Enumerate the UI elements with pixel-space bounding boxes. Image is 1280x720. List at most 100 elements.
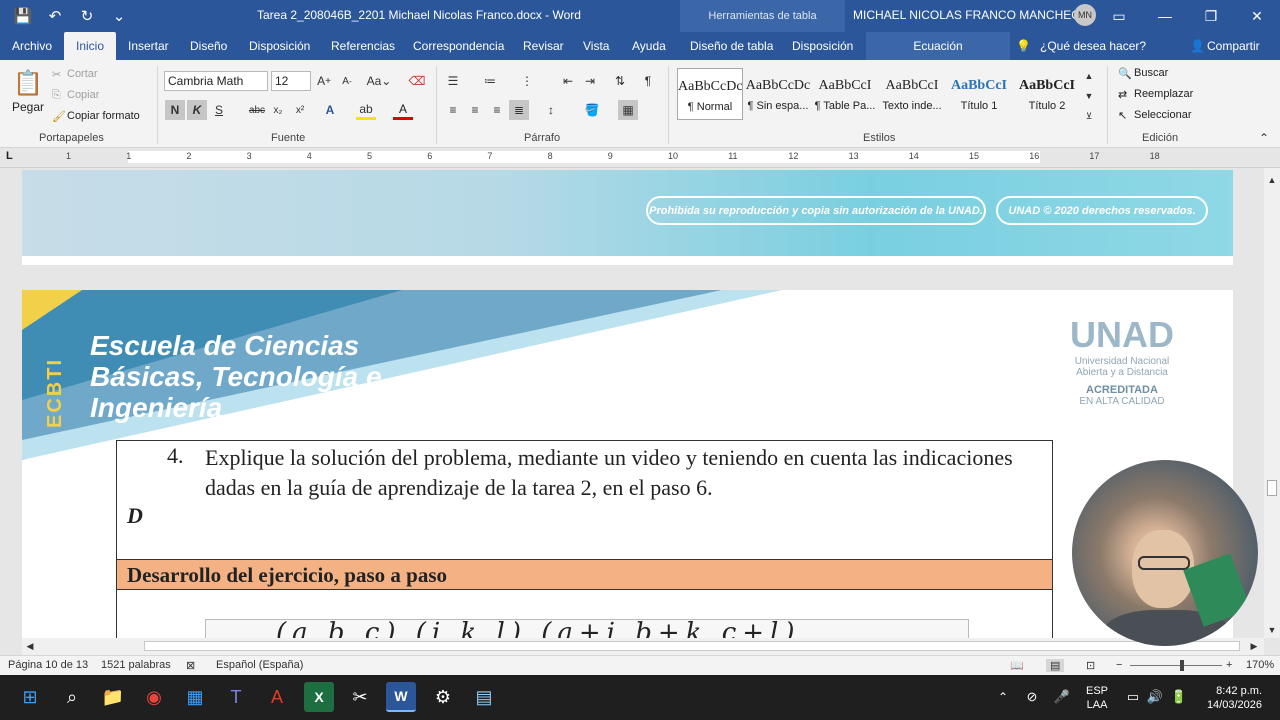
avatar[interactable]: MN [1074, 4, 1096, 26]
bold-button[interactable]: N [165, 100, 185, 120]
align-right-icon[interactable]: ≡ [487, 100, 507, 120]
collapse-ribbon-icon[interactable]: ⌃ [1254, 128, 1274, 148]
word-count[interactable]: 1521 palabras [101, 659, 171, 671]
cut-icon[interactable]: ✂ [52, 68, 61, 81]
tab-revisar[interactable]: Revisar [523, 32, 564, 60]
tab-disposicion[interactable]: Disposición [249, 32, 310, 60]
replace-button[interactable]: Reemplazar [1134, 88, 1193, 100]
horizontal-ruler[interactable]: L 1 1 2 3 4 5 6 7 8 9 10 11 12 13 14 15 16 17 18 [0, 148, 1280, 168]
tab-ecuacion[interactable]: Ecuación [866, 32, 1010, 60]
vertical-scroll-thumb[interactable] [1267, 480, 1277, 496]
section-header-row[interactable]: Desarrollo del ejercicio, paso a paso [117, 559, 1052, 590]
acrobat-icon[interactable]: A [262, 682, 292, 712]
answer-letter[interactable]: D [127, 503, 143, 529]
minimize-icon[interactable]: — [1142, 0, 1188, 32]
increase-indent-icon[interactable]: ⇥ [580, 71, 600, 91]
tab-insertar[interactable]: Insertar [128, 32, 169, 60]
scroll-right-icon[interactable]: ▶ [1246, 636, 1262, 656]
zoom-level[interactable]: 170% [1246, 659, 1274, 671]
numbering-icon[interactable]: ≔ [480, 71, 500, 91]
copy-button[interactable]: Copiar [67, 89, 99, 101]
text-effects-icon[interactable]: A [320, 100, 340, 120]
format-painter-icon[interactable]: 🖌 [52, 110, 66, 123]
settings-icon[interactable]: ⚙ [428, 682, 458, 712]
style-titulo-2[interactable]: AaBbCcI Título 2 [1014, 68, 1080, 120]
copy-icon[interactable]: ⎘ [52, 89, 61, 102]
maximize-icon[interactable]: ❐ [1188, 0, 1234, 32]
teams-icon[interactable]: T [221, 682, 251, 712]
user-name[interactable]: MICHAEL NICOLAS FRANCO MANCHEGO [853, 8, 1090, 22]
search-icon[interactable]: 🔍 [1118, 67, 1132, 80]
vertical-scrollbar[interactable]: ▲ ▼ [1264, 168, 1280, 638]
proofing-icon[interactable]: ⊠ [186, 659, 195, 672]
windows-start-icon[interactable]: ⊞ [15, 682, 45, 712]
save-icon[interactable]: 💾 [8, 0, 38, 32]
multilevel-list-icon[interactable]: ⋮ [517, 71, 537, 91]
select-icon[interactable]: ↖ [1118, 109, 1127, 122]
style-normal[interactable]: AaBbCcDc ¶ Normal [677, 68, 743, 120]
tell-me-search[interactable]: ¿Qué desea hacer? [1040, 32, 1146, 60]
style-table-paragraph[interactable]: AaBbCcI ¶ Table Pa... [812, 68, 878, 120]
share-icon[interactable]: 👤 [1190, 32, 1205, 60]
tab-selector-icon[interactable]: L [6, 150, 13, 162]
calculator-icon[interactable]: ▤ [469, 682, 499, 712]
italic-button[interactable]: K [187, 100, 207, 120]
align-center-icon[interactable]: ≡ [465, 100, 485, 120]
web-layout-icon[interactable]: ⊡ [1086, 659, 1095, 672]
subscript-button[interactable]: x₂ [268, 100, 288, 120]
question-text[interactable]: Explique la solución del problema, media… [205, 443, 1025, 503]
replace-icon[interactable]: ⇄ [1118, 88, 1127, 101]
strike-button[interactable]: abc [247, 100, 267, 120]
cut-button[interactable]: Cortar [67, 68, 98, 80]
style-titulo-1[interactable]: AaBbCcI Título 1 [946, 68, 1012, 120]
file-explorer-icon[interactable]: 📁 [98, 682, 128, 712]
print-layout-icon[interactable]: ▤ [1046, 659, 1065, 672]
tray-chevron-icon[interactable]: ⌃ [988, 682, 1018, 712]
ribbon-display-icon[interactable]: ▭ [1096, 0, 1142, 32]
font-size-select[interactable]: 12 [271, 71, 311, 91]
decrease-indent-icon[interactable]: ⇤ [558, 71, 578, 91]
styles-more-icon[interactable]: ⊻ [1082, 106, 1096, 126]
tab-archivo[interactable]: Archivo [12, 32, 52, 60]
battery-icon[interactable]: 🔋 [1164, 682, 1194, 712]
tab-inicio[interactable]: Inicio [64, 32, 117, 60]
snipping-icon[interactable]: ✂ [345, 682, 375, 712]
share-button[interactable]: Compartir [1207, 32, 1260, 60]
zoom-slider[interactable] [1130, 665, 1222, 666]
language-status[interactable]: Español (España) [216, 659, 303, 671]
lightbulb-icon[interactable]: 💡 [1016, 32, 1031, 60]
tab-diseno[interactable]: Diseño [190, 32, 227, 60]
page-count[interactable]: Página 10 de 13 [8, 659, 88, 671]
style-sin-espaciado[interactable]: AaBbCcDc ¶ Sin espa... [745, 68, 811, 120]
word-icon[interactable]: W [386, 682, 416, 712]
grow-font-icon[interactable]: A + [314, 71, 334, 91]
scroll-left-icon[interactable]: ◀ [22, 636, 38, 656]
equation-box[interactable]: (a b c) (i k l) (a+i b+k c+l) [205, 619, 969, 638]
zoom-slider-thumb[interactable] [1180, 660, 1184, 671]
align-left-icon[interactable]: ≡ [443, 100, 463, 120]
redo-icon[interactable]: ↻ [72, 0, 102, 32]
undo-icon[interactable]: ↶ [40, 0, 70, 32]
scroll-up-icon[interactable]: ▲ [1264, 170, 1280, 190]
borders-icon[interactable]: ▦ [618, 100, 638, 120]
paste-icon[interactable]: 📋 [13, 68, 43, 98]
shading-icon[interactable]: 🪣 [582, 100, 602, 120]
show-marks-icon[interactable]: ¶ [638, 71, 658, 91]
paste-button[interactable]: Pegar [12, 100, 44, 114]
clear-format-icon[interactable]: ⌫ [407, 71, 427, 91]
font-color-icon[interactable]: A [393, 100, 413, 120]
style-texto-independiente[interactable]: AaBbCcI Texto inde... [879, 68, 945, 120]
clock[interactable]: 8:42 p.m. 14/03/2026 [1196, 684, 1262, 712]
bullets-icon[interactable]: ☰ [443, 71, 463, 91]
sort-icon[interactable]: ⇅ [610, 71, 630, 91]
format-painter-button[interactable]: Copiar formato [67, 110, 140, 122]
scroll-down-icon[interactable]: ▼ [1264, 620, 1280, 640]
horizontal-scroll-thumb[interactable] [144, 641, 1240, 651]
change-case-icon[interactable]: Aa⌄ [364, 71, 394, 91]
line-spacing-icon[interactable]: ↕ [541, 100, 561, 120]
underline-icon[interactable]: S [209, 100, 229, 120]
excel-icon[interactable]: X [304, 682, 334, 712]
customize-qat-icon[interactable]: ⌄ [104, 0, 134, 32]
select-button[interactable]: Seleccionar [1134, 109, 1191, 121]
shrink-font-icon[interactable]: A- [337, 71, 357, 91]
